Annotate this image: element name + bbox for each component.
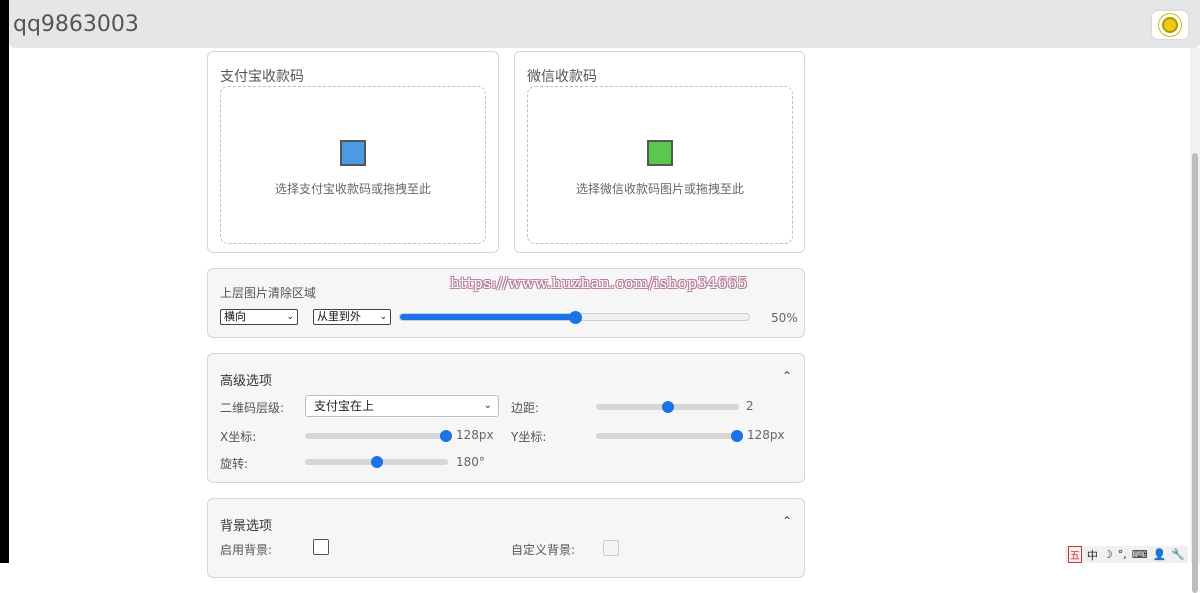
y-slider[interactable] xyxy=(596,433,737,439)
rotate-value: 180° xyxy=(456,455,485,469)
wechat-dropzone[interactable]: 选择微信收款码图片或拖拽至此 xyxy=(527,86,793,244)
margin-slider-thumb[interactable] xyxy=(661,401,674,413)
rotate-label: 旋转: xyxy=(220,457,249,471)
enable-background-checkbox[interactable] xyxy=(313,539,329,555)
y-slider-thumb[interactable] xyxy=(731,430,743,442)
direction-select-value: 横向 xyxy=(224,310,246,323)
order-select[interactable]: 从里到外 ⌄ xyxy=(313,309,391,325)
alipay-dropzone[interactable]: 选择支付宝收款码或拖拽至此 xyxy=(220,86,486,244)
background-options-card: 背景选项 ⌃ 启用背景: 自定义背景: xyxy=(207,498,805,578)
x-slider-thumb[interactable] xyxy=(440,430,452,442)
y-label: Y坐标: xyxy=(511,430,547,444)
chevron-down-icon: ⌄ xyxy=(483,400,492,411)
y-value: 128px xyxy=(747,428,785,442)
advanced-options-title: 高级选项 xyxy=(220,374,273,389)
rotate-slider-thumb[interactable] xyxy=(370,456,383,468)
scrollbar[interactable] xyxy=(1190,48,1200,593)
clear-percent-fill xyxy=(400,314,575,320)
ime-chinese-icon[interactable]: 中 xyxy=(1087,547,1098,563)
punctuation-icon[interactable]: °, xyxy=(1118,548,1127,561)
alipay-title: 支付宝收款码 xyxy=(220,69,304,85)
chevron-up-icon[interactable]: ⌃ xyxy=(782,514,792,528)
top-bar: qq9863003 xyxy=(9,0,1200,48)
watermark-text: https://www.huzhan.com/ishop34665 xyxy=(450,274,748,292)
chevron-down-icon: ⌄ xyxy=(379,312,387,322)
chevron-down-icon: ⌄ xyxy=(286,312,294,322)
x-label: X坐标: xyxy=(220,430,257,444)
clear-percent-value: 50% xyxy=(771,311,798,325)
left-edge xyxy=(0,0,9,563)
direction-select[interactable]: 横向 ⌄ xyxy=(220,309,298,325)
page-title: qq9863003 xyxy=(13,12,139,37)
alipay-drop-text: 选择支付宝收款码或拖拽至此 xyxy=(274,182,431,196)
ime-toolbar: 五 中 ☽ °, ⌨ 👤 🔧 xyxy=(1064,546,1188,563)
background-options-title: 背景选项 xyxy=(220,519,273,534)
theme-toggle-button[interactable] xyxy=(1152,11,1188,39)
x-slider[interactable] xyxy=(305,433,446,439)
alipay-upload-card: 支付宝收款码 选择支付宝收款码或拖拽至此 xyxy=(207,51,499,253)
clear-area-label: 上层图片清除区域 xyxy=(220,286,317,300)
order-select-value: 从里到外 xyxy=(317,310,361,323)
margin-value: 2 xyxy=(746,399,754,413)
custom-background-label: 自定义背景: xyxy=(511,543,576,557)
alipay-qr-icon xyxy=(340,140,366,166)
custom-background-checkbox[interactable] xyxy=(603,540,619,556)
wechat-qr-icon xyxy=(647,140,673,166)
wrench-icon[interactable]: 🔧 xyxy=(1171,548,1185,561)
enable-background-label: 启用背景: xyxy=(220,543,273,557)
moon-icon[interactable]: ☽ xyxy=(1103,548,1113,561)
layer-label: 二维码层级: xyxy=(220,401,285,415)
user-icon[interactable]: 👤 xyxy=(1153,548,1167,561)
keyboard-icon[interactable]: ⌨ xyxy=(1132,548,1148,561)
scrollbar-thumb[interactable] xyxy=(1192,153,1198,593)
ime-mode-icon[interactable]: 五 xyxy=(1067,546,1082,563)
x-value: 128px xyxy=(456,428,494,442)
margin-label: 边距: xyxy=(511,401,540,415)
layer-select-value: 支付宝在上 xyxy=(314,399,375,413)
layer-select[interactable]: 支付宝在上 ⌄ xyxy=(305,395,499,417)
wechat-upload-card: 微信收款码 选择微信收款码图片或拖拽至此 xyxy=(514,51,805,253)
wechat-drop-text: 选择微信收款码图片或拖拽至此 xyxy=(575,182,744,196)
chevron-up-icon[interactable]: ⌃ xyxy=(782,369,792,383)
wechat-title: 微信收款码 xyxy=(527,69,597,85)
clear-percent-thumb[interactable] xyxy=(568,311,582,324)
advanced-options-card: 高级选项 ⌃ 二维码层级: 支付宝在上 ⌄ 边距: 2 X坐标: 128px Y… xyxy=(207,353,805,483)
sun-icon xyxy=(1162,17,1178,33)
